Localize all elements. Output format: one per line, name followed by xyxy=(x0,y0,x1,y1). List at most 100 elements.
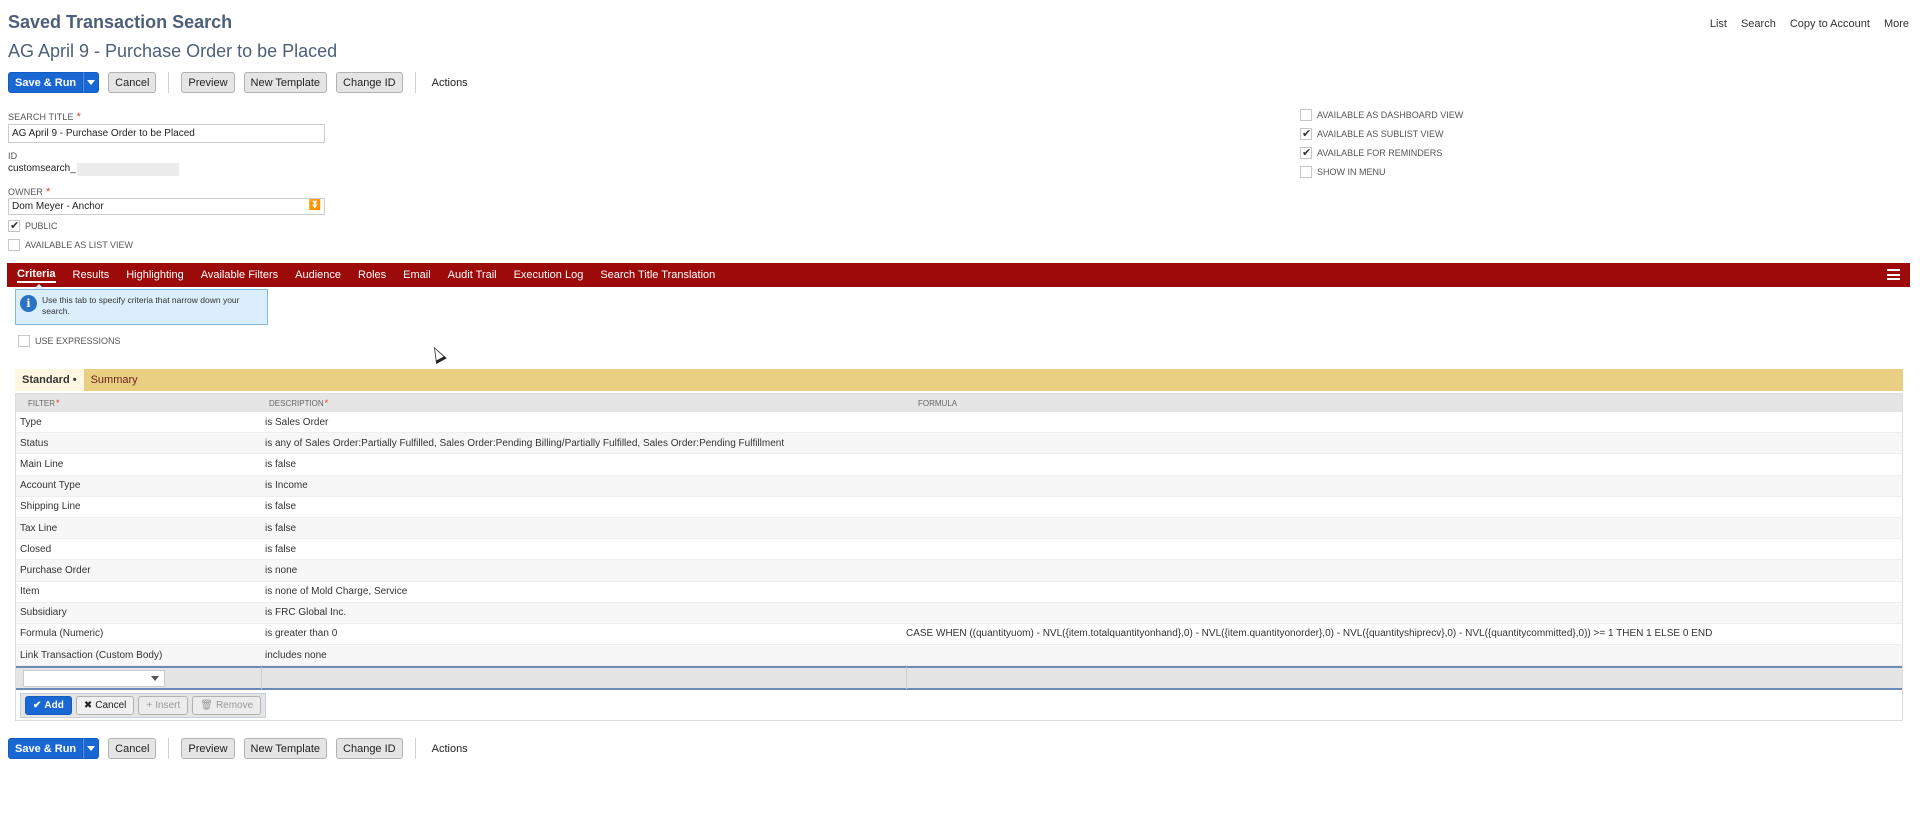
search-title-input[interactable] xyxy=(8,124,325,143)
remove-row-button[interactable]: 🗑 Remove xyxy=(192,695,262,715)
grid-header: FILTER* DESCRIPTION* FORMULA xyxy=(16,394,1902,412)
table-row[interactable]: Formula (Numeric) is greater than 0 CASE W… xyxy=(16,624,1902,646)
mouse-cursor-icon xyxy=(428,344,447,364)
criteria-grid: FILTER* DESCRIPTION* FORMULA Type is Sale… xyxy=(15,393,1903,722)
menu-icon[interactable] xyxy=(1887,269,1900,280)
id-value-text: customsearch_ xyxy=(8,163,76,174)
table-row[interactable]: Status is any of Sales Order:Partially Fu… xyxy=(16,433,1902,455)
more-link[interactable]: More xyxy=(1884,18,1909,30)
save-run-button[interactable]: Save & Run xyxy=(8,72,84,93)
description-cell: is Income xyxy=(265,480,308,492)
list-link[interactable]: List xyxy=(1710,18,1727,30)
dashboard-view-checkbox-row[interactable]: AVAILABLE AS DASHBOARD VIEW xyxy=(1300,109,1463,121)
required-marker: * xyxy=(55,398,60,408)
new-criteria-row xyxy=(16,666,1902,691)
help-tooltip: i Use this tab to specify criteria that … xyxy=(15,289,268,325)
table-row[interactable]: Link Transaction (Custom Body) includes n… xyxy=(16,645,1902,667)
owner-select[interactable]: Dom Meyer - Anchor ⏬ xyxy=(8,198,325,215)
double-chevron-down-icon: ⏬ xyxy=(308,200,321,211)
list-view-checkbox[interactable] xyxy=(8,239,20,251)
public-checkbox[interactable] xyxy=(8,219,20,232)
save-run-dropdown-button[interactable] xyxy=(83,738,100,759)
actions-menu[interactable]: Actions xyxy=(428,77,472,89)
save-run-button[interactable]: Save & Run xyxy=(8,738,84,759)
filter-cell: Main Line xyxy=(20,458,64,470)
tab-audit-trail[interactable]: Audit Trail xyxy=(448,269,497,281)
copy-to-account-link[interactable]: Copy to Account xyxy=(1790,18,1870,30)
cancel-row-label: Cancel xyxy=(95,699,127,711)
new-filter-select[interactable] xyxy=(23,669,165,687)
header-formula: FORMULA xyxy=(918,398,958,408)
table-row[interactable]: Closed is false xyxy=(16,539,1902,561)
redacted-id xyxy=(76,163,179,176)
cell-divider xyxy=(906,667,907,690)
tab-email[interactable]: Email xyxy=(403,269,431,281)
public-checkbox-row[interactable]: PUBLIC xyxy=(8,219,58,232)
sublist-view-checkbox-row[interactable]: AVAILABLE AS SUBLIST VIEW xyxy=(1300,127,1444,140)
filter-cell: Purchase Order xyxy=(20,564,91,576)
description-cell: is FRC Global Inc. xyxy=(265,607,347,619)
tab-available-filters[interactable]: Available Filters xyxy=(201,269,278,281)
close-icon: ✖ xyxy=(83,699,93,711)
table-row[interactable]: Account Type is Income xyxy=(16,475,1902,497)
required-marker: * xyxy=(46,186,51,198)
list-view-label: AVAILABLE AS LIST VIEW xyxy=(25,240,134,250)
table-row[interactable]: Main Line is false xyxy=(16,454,1902,476)
record-title: AG April 9 - Purchase Order to be Placed xyxy=(8,41,338,61)
tab-search-title-translation[interactable]: Search Title Translation xyxy=(600,269,715,281)
filter-cell: Shipping Line xyxy=(20,501,81,513)
dashboard-view-checkbox[interactable] xyxy=(1300,109,1312,121)
filter-cell: Account Type xyxy=(20,480,81,492)
actions-menu[interactable]: Actions xyxy=(428,743,472,755)
tab-criteria[interactable]: Criteria xyxy=(17,268,56,283)
sublist-view-checkbox[interactable] xyxy=(1300,127,1312,140)
subtab-standard[interactable]: Standard • xyxy=(15,369,84,391)
table-row[interactable]: Item is none of Mold Charge, Service xyxy=(16,582,1902,603)
remove-row-label: Remove xyxy=(215,699,254,711)
preview-button[interactable]: Preview xyxy=(181,738,235,759)
new-template-button[interactable]: New Template xyxy=(243,738,328,759)
subtab-summary[interactable]: Summary xyxy=(84,369,145,391)
tab-highlighting[interactable]: Highlighting xyxy=(126,269,183,281)
show-in-menu-checkbox-row[interactable]: SHOW IN MENU xyxy=(1300,166,1386,178)
list-view-checkbox-row[interactable]: AVAILABLE AS LIST VIEW xyxy=(8,239,133,251)
required-marker: * xyxy=(76,111,81,123)
change-id-button[interactable]: Change ID xyxy=(336,72,403,93)
filter-cell: Item xyxy=(20,586,40,598)
cancel-button[interactable]: Cancel xyxy=(108,72,157,93)
table-row[interactable]: Tax Line is false xyxy=(16,517,1902,540)
save-run-dropdown-button[interactable] xyxy=(83,72,100,93)
tab-audience[interactable]: Audience xyxy=(295,269,341,281)
use-expressions-checkbox[interactable] xyxy=(18,335,30,347)
cancel-row-button[interactable]: ✖ Cancel xyxy=(75,695,135,715)
table-row[interactable]: Subsidiary is FRC Global Inc. xyxy=(16,602,1902,624)
filter-cell: Formula (Numeric) xyxy=(20,628,104,640)
table-row[interactable]: Shipping Line is false xyxy=(16,497,1902,518)
reminders-checkbox-row[interactable]: AVAILABLE FOR REMINDERS xyxy=(1300,146,1442,159)
show-in-menu-checkbox[interactable] xyxy=(1300,166,1312,178)
search-link[interactable]: Search xyxy=(1741,18,1776,30)
reminders-checkbox[interactable] xyxy=(1300,146,1312,159)
tab-results[interactable]: Results xyxy=(73,269,110,281)
use-expressions-checkbox-row[interactable]: USE EXPRESSIONS xyxy=(18,335,121,347)
filter-cell: Tax Line xyxy=(20,522,58,534)
owner-label: OWNER * xyxy=(8,186,50,198)
tab-roles[interactable]: Roles xyxy=(358,269,386,281)
change-id-button[interactable]: Change ID xyxy=(336,738,403,759)
add-row-button[interactable]: ✔ Add xyxy=(25,695,72,715)
cancel-button[interactable]: Cancel xyxy=(108,738,157,759)
tab-execution-log[interactable]: Execution Log xyxy=(514,269,584,281)
description-cell: is greater than 0 xyxy=(265,628,338,640)
table-row[interactable]: Type is Sales Order xyxy=(16,412,1902,434)
preview-button[interactable]: Preview xyxy=(181,72,235,93)
table-row[interactable]: Purchase Order is none xyxy=(16,560,1902,582)
toolbar-divider xyxy=(168,72,170,93)
filter-cell: Subsidiary xyxy=(20,607,67,619)
sublist-view-label: AVAILABLE AS SUBLIST VIEW xyxy=(1317,129,1444,139)
toolbar-divider xyxy=(414,72,416,93)
new-template-button[interactable]: New Template xyxy=(243,72,328,93)
description-cell: is false xyxy=(265,522,297,534)
filter-cell: Closed xyxy=(20,543,52,555)
insert-row-button[interactable]: + Insert xyxy=(138,695,189,715)
id-label: ID xyxy=(8,151,18,161)
